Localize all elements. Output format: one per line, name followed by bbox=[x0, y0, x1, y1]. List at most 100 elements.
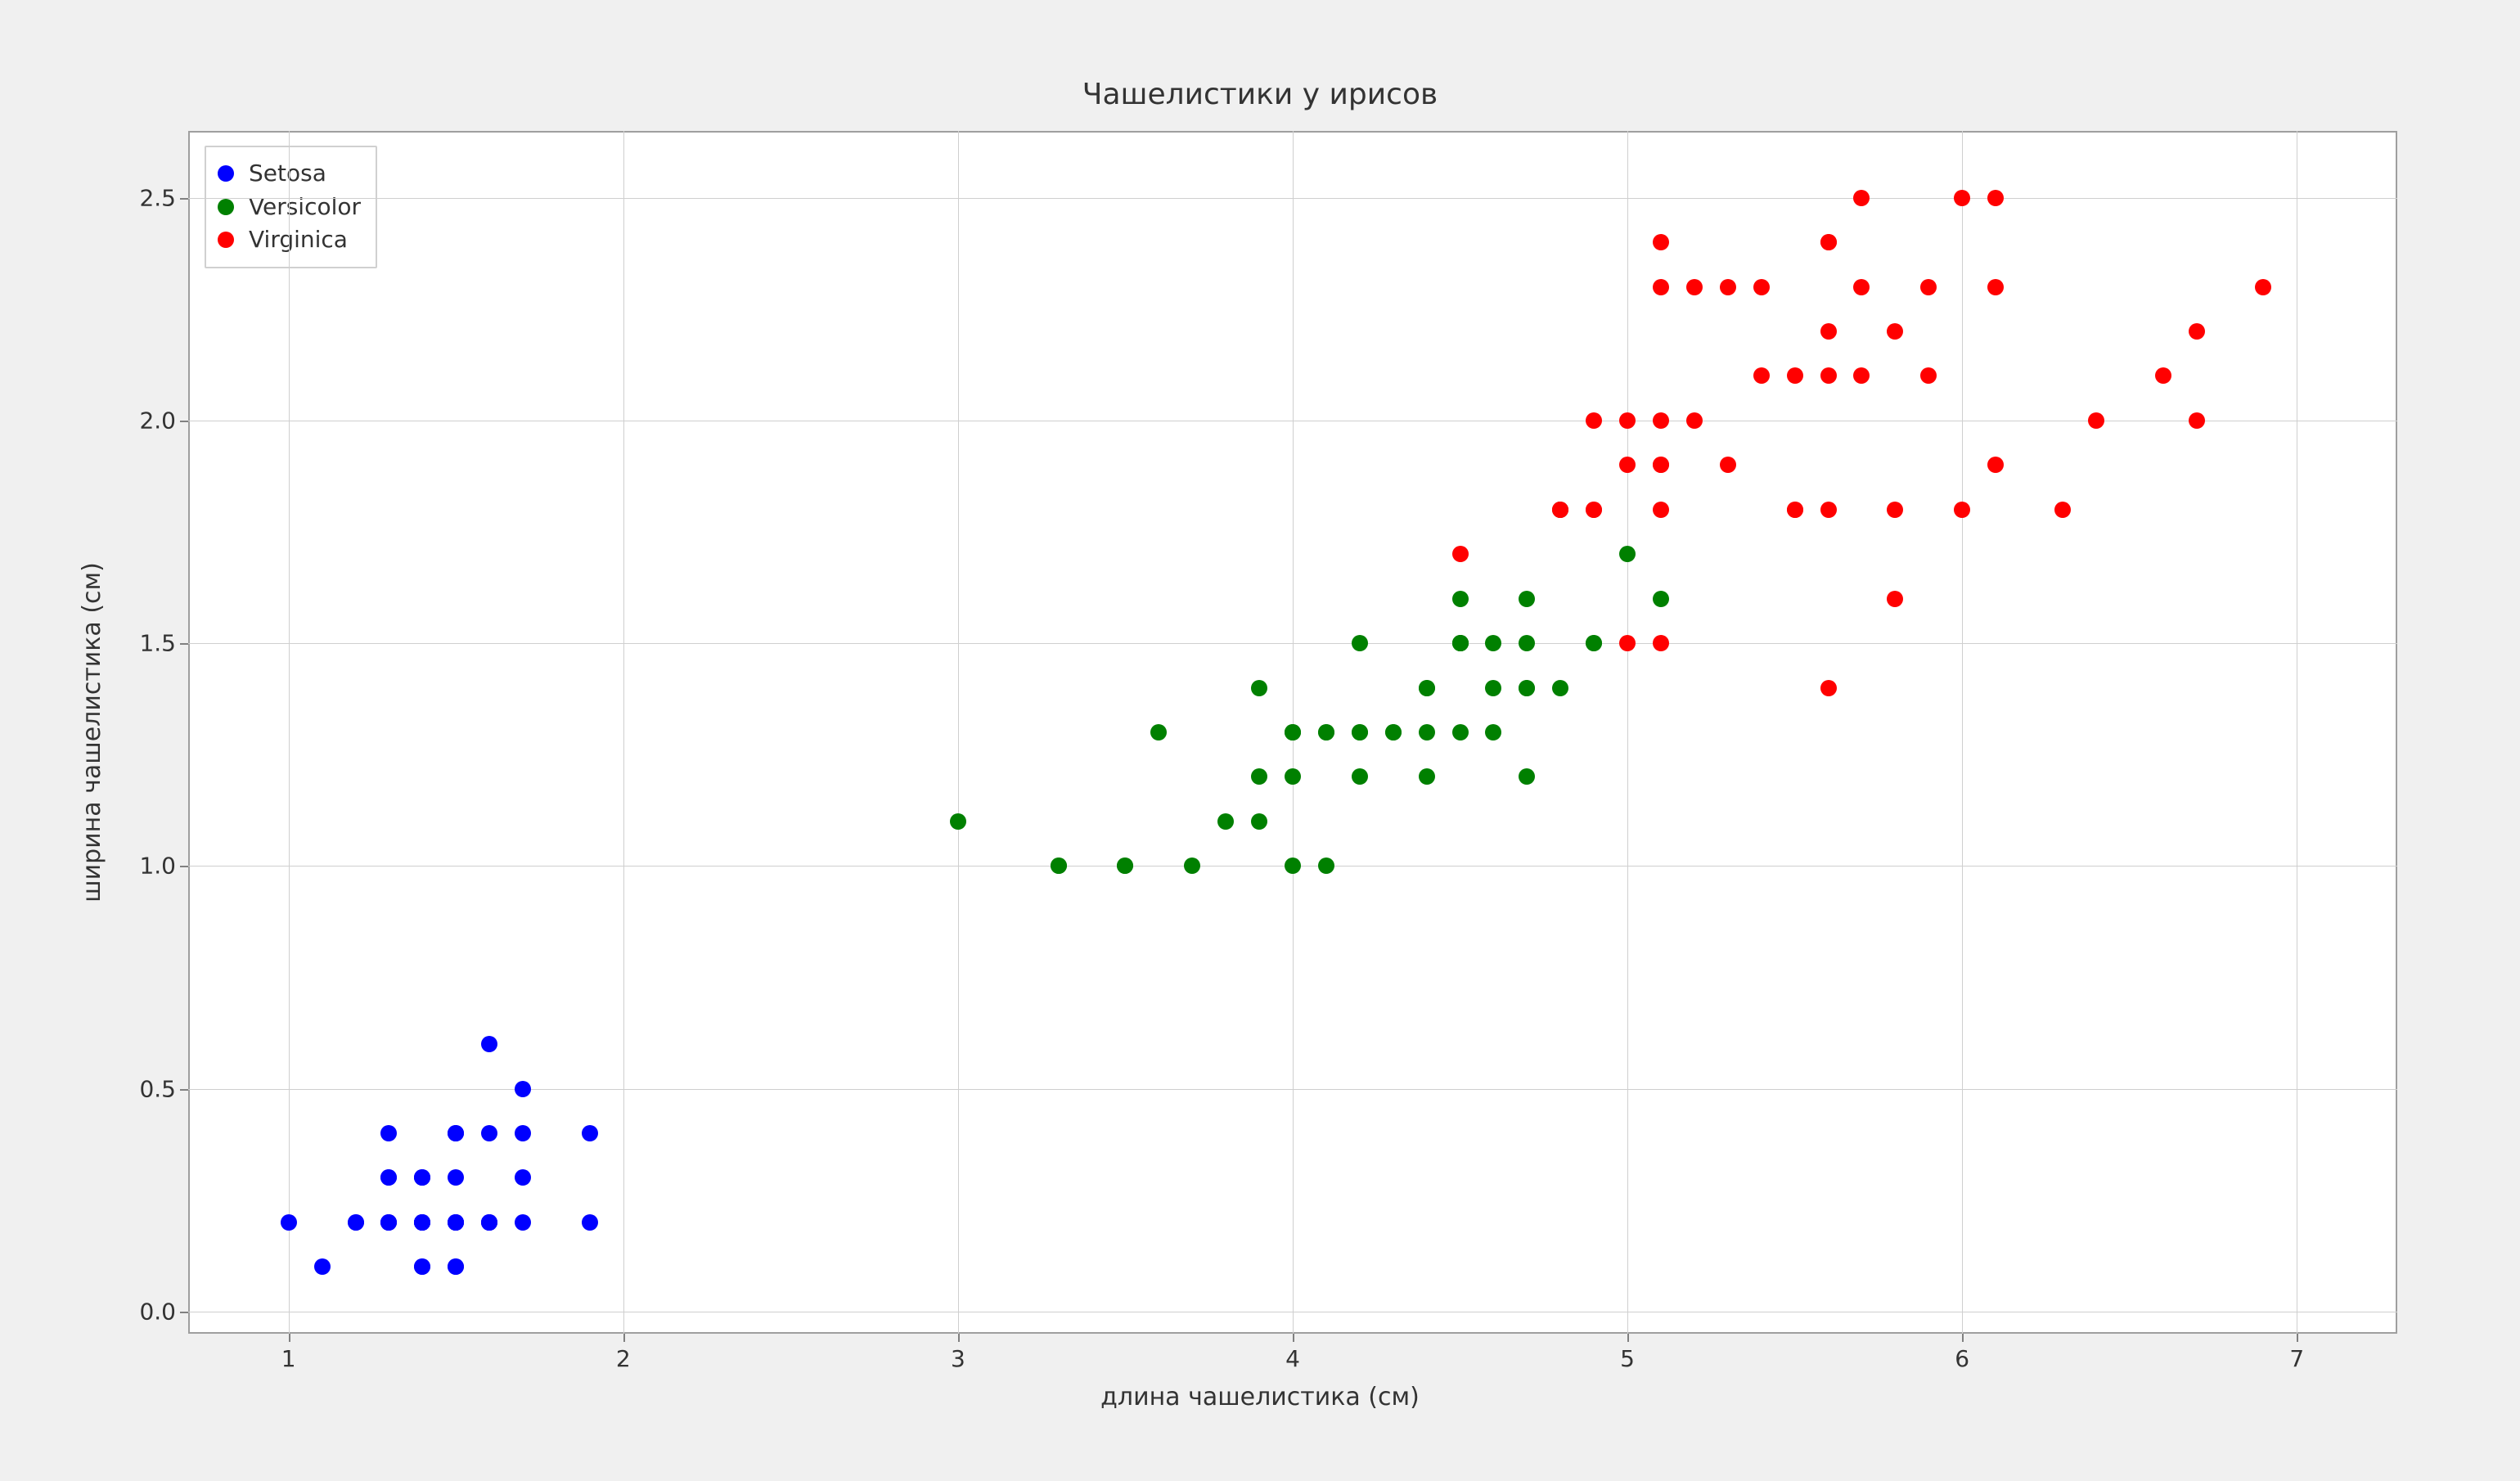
y-tick-label: 1.0 bbox=[131, 853, 176, 880]
data-point bbox=[2189, 323, 2205, 340]
gridline bbox=[623, 131, 624, 1334]
data-point bbox=[1686, 412, 1703, 429]
figure: Чашелистики у ирисов длина чашелистика (… bbox=[0, 0, 2520, 1481]
data-point bbox=[515, 1125, 531, 1141]
data-point bbox=[1217, 813, 1234, 830]
legend-marker-icon bbox=[218, 232, 234, 248]
data-point bbox=[1285, 858, 1301, 874]
data-point bbox=[1653, 457, 1669, 473]
data-point bbox=[1586, 412, 1602, 429]
data-point bbox=[1352, 768, 1368, 785]
data-point bbox=[1853, 279, 1870, 295]
data-point bbox=[380, 1214, 397, 1231]
data-point bbox=[1619, 412, 1636, 429]
data-point bbox=[515, 1169, 531, 1186]
data-point bbox=[1485, 724, 1501, 740]
data-point bbox=[1653, 635, 1669, 651]
x-tick-label: 5 bbox=[1620, 1345, 1635, 1372]
data-point bbox=[314, 1258, 331, 1275]
data-point bbox=[582, 1214, 598, 1231]
data-point bbox=[380, 1169, 397, 1186]
gridline bbox=[188, 643, 2397, 644]
data-point bbox=[1787, 502, 1803, 518]
data-point bbox=[1552, 680, 1568, 696]
data-point bbox=[1251, 680, 1267, 696]
tick-mark bbox=[180, 1089, 188, 1091]
data-point bbox=[1586, 635, 1602, 651]
data-point bbox=[2054, 502, 2071, 518]
data-point bbox=[2088, 412, 2104, 429]
data-point bbox=[1987, 190, 2004, 206]
x-tick-label: 2 bbox=[616, 1345, 631, 1372]
data-point bbox=[1954, 502, 1970, 518]
y-tick-label: 2.5 bbox=[131, 184, 176, 211]
gridline bbox=[188, 198, 2397, 199]
data-point bbox=[1184, 858, 1200, 874]
y-tick-label: 2.0 bbox=[131, 407, 176, 434]
tick-mark bbox=[180, 198, 188, 200]
tick-mark bbox=[180, 1312, 188, 1313]
gridline bbox=[1962, 131, 1963, 1334]
legend-marker-icon bbox=[218, 199, 234, 215]
data-point bbox=[1251, 768, 1267, 785]
data-point bbox=[2155, 367, 2171, 384]
data-point bbox=[1385, 724, 1402, 740]
data-point bbox=[1887, 502, 1903, 518]
data-point bbox=[1920, 279, 1937, 295]
data-point bbox=[1251, 813, 1267, 830]
data-point bbox=[348, 1214, 364, 1231]
x-tick-label: 1 bbox=[281, 1345, 296, 1372]
data-point bbox=[1452, 591, 1469, 607]
legend-label: Virginica bbox=[249, 223, 348, 257]
data-point bbox=[1720, 279, 1736, 295]
data-point bbox=[515, 1081, 531, 1097]
data-point bbox=[1619, 457, 1636, 473]
x-tick-label: 6 bbox=[1955, 1345, 1969, 1372]
gridline bbox=[289, 131, 290, 1334]
data-point bbox=[1653, 502, 1669, 518]
data-point bbox=[1619, 635, 1636, 651]
data-point bbox=[1720, 457, 1736, 473]
chart-title: Чашелистики у ирисов bbox=[0, 78, 2520, 111]
y-tick-label: 0.0 bbox=[131, 1298, 176, 1325]
tick-mark bbox=[289, 1334, 290, 1342]
data-point bbox=[448, 1214, 464, 1231]
data-point bbox=[1753, 367, 1770, 384]
data-point bbox=[1419, 768, 1435, 785]
data-point bbox=[1419, 724, 1435, 740]
y-tick-label: 1.5 bbox=[131, 630, 176, 657]
tick-mark bbox=[1962, 1334, 1964, 1342]
data-point bbox=[2255, 279, 2271, 295]
data-point bbox=[1552, 502, 1568, 518]
data-point bbox=[1318, 724, 1334, 740]
data-point bbox=[1452, 546, 1469, 562]
data-point bbox=[1820, 234, 1837, 250]
tick-mark bbox=[180, 866, 188, 867]
data-point bbox=[1987, 457, 2004, 473]
legend-label: Versicolor bbox=[249, 191, 361, 224]
data-point bbox=[1853, 367, 1870, 384]
data-point bbox=[1519, 680, 1535, 696]
data-point bbox=[1519, 635, 1535, 651]
tick-mark bbox=[1627, 1334, 1629, 1342]
data-point bbox=[2189, 412, 2205, 429]
data-point bbox=[1820, 367, 1837, 384]
data-point bbox=[1452, 635, 1469, 651]
data-point bbox=[281, 1214, 297, 1231]
y-tick-label: 0.5 bbox=[131, 1075, 176, 1102]
data-point bbox=[1051, 858, 1067, 874]
tick-mark bbox=[623, 1334, 625, 1342]
data-point bbox=[448, 1258, 464, 1275]
data-point bbox=[1285, 724, 1301, 740]
data-point bbox=[1820, 680, 1837, 696]
tick-mark bbox=[180, 643, 188, 645]
data-point bbox=[950, 813, 966, 830]
data-point bbox=[1352, 724, 1368, 740]
data-point bbox=[1887, 323, 1903, 340]
data-point bbox=[1117, 858, 1133, 874]
tick-mark bbox=[2297, 1334, 2298, 1342]
data-point bbox=[414, 1214, 430, 1231]
data-point bbox=[1352, 635, 1368, 651]
data-point bbox=[1653, 591, 1669, 607]
y-axis-label: ширина чашелистика (см) bbox=[78, 562, 106, 903]
